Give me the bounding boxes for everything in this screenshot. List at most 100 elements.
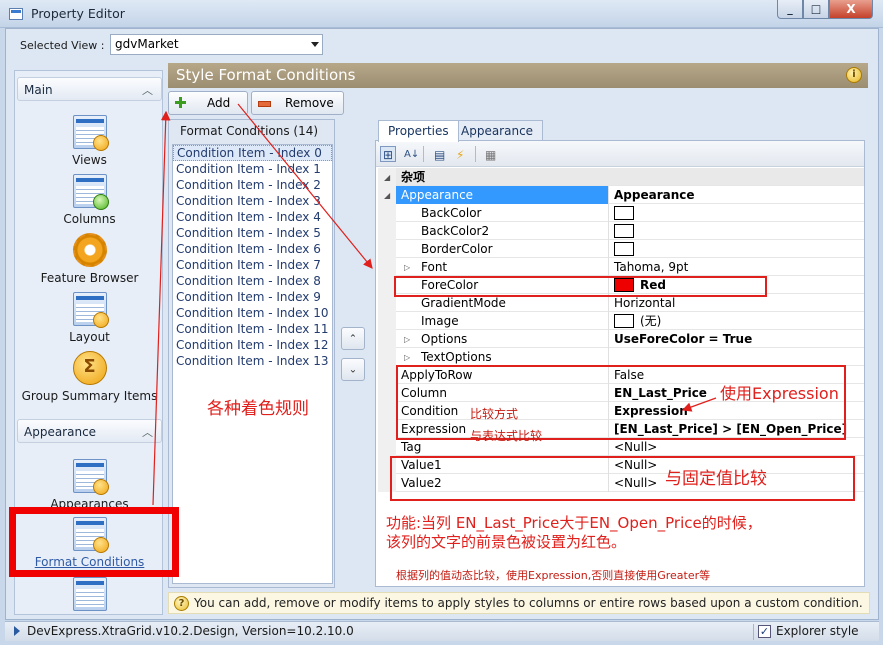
property-row-font[interactable]: ▷ Font Tahoma, 9pt bbox=[378, 258, 864, 276]
explorer-style-checkbox[interactable]: ✓ bbox=[758, 625, 771, 638]
properties-icon[interactable]: ▤ bbox=[431, 146, 447, 162]
property-grid-toolbar: ⊞ A↓ ▤ ⚡ ▦ bbox=[376, 141, 864, 167]
grid-paint-icon bbox=[72, 459, 109, 495]
color-swatch bbox=[614, 206, 634, 220]
property-name: Appearance bbox=[396, 186, 609, 204]
list-item[interactable]: Condition Item - Index 8 bbox=[173, 273, 332, 289]
property-value[interactable]: Tahoma, 9pt bbox=[610, 258, 864, 276]
list-item[interactable]: Condition Item - Index 12 bbox=[173, 337, 332, 353]
nav-item-label: Group Summary Items bbox=[21, 389, 158, 403]
list-item[interactable]: Condition Item - Index 3 bbox=[173, 193, 332, 209]
nav-item-group-summary-items[interactable]: Σ Group Summary Items bbox=[15, 351, 162, 403]
category-row[interactable]: ◢ 杂项 bbox=[378, 168, 864, 186]
property-value[interactable] bbox=[610, 348, 864, 366]
collapse-icon[interactable]: ◢ bbox=[384, 173, 390, 182]
list-item[interactable]: Condition Item - Index 7 bbox=[173, 257, 332, 273]
list-item[interactable]: Condition Item - Index 1 bbox=[173, 161, 332, 177]
remove-button[interactable]: Remove bbox=[251, 91, 344, 115]
property-row-tag[interactable]: Tag <Null> bbox=[378, 438, 864, 456]
list-item[interactable]: Condition Item - Index 13 bbox=[173, 353, 332, 369]
move-up-button[interactable]: ⌃ bbox=[341, 327, 365, 350]
nav-group-main[interactable]: Main ︿ bbox=[17, 77, 162, 101]
property-value[interactable] bbox=[610, 222, 864, 240]
list-item[interactable]: Condition Item - Index 6 bbox=[173, 241, 332, 257]
property-row-backcolor2[interactable]: BackColor2 bbox=[378, 222, 864, 240]
nav-item-label: Columns bbox=[63, 212, 116, 226]
property-value[interactable] bbox=[610, 204, 864, 222]
format-conditions-list[interactable]: Condition Item - Index 0 Condition Item -… bbox=[172, 144, 333, 584]
close-button[interactable]: X bbox=[829, 0, 873, 19]
nav-item-label: Layout bbox=[69, 330, 110, 344]
selected-view-value: gdvMarket bbox=[115, 37, 179, 51]
add-button[interactable]: Add bbox=[168, 91, 248, 115]
list-item[interactable]: Condition Item - Index 2 bbox=[173, 177, 332, 193]
property-value[interactable] bbox=[610, 240, 864, 258]
list-item[interactable]: Condition Item - Index 5 bbox=[173, 225, 332, 241]
list-item[interactable]: Condition Item - Index 4 bbox=[173, 209, 332, 225]
property-name: BackColor2 bbox=[396, 222, 609, 240]
property-row-appearance[interactable]: ◢ Appearance Appearance bbox=[378, 186, 864, 204]
row-gutter bbox=[378, 330, 396, 348]
sigma-icon: Σ bbox=[72, 351, 107, 385]
nav-item-columns[interactable]: Columns bbox=[15, 174, 162, 226]
tab-properties[interactable]: Properties bbox=[378, 120, 459, 142]
categorized-icon[interactable]: ⊞ bbox=[380, 146, 396, 162]
gear-icon bbox=[72, 233, 107, 267]
chevron-down-icon: ⌄ bbox=[348, 364, 358, 375]
property-rows: ◢ 杂项 ◢ Appearance Appearance BackColor B… bbox=[378, 168, 864, 492]
move-down-button[interactable]: ⌄ bbox=[341, 358, 365, 381]
window-title: Property Editor bbox=[31, 6, 125, 21]
collapse-icon[interactable]: ◢ bbox=[384, 191, 390, 200]
nav-item-views[interactable]: Views bbox=[15, 115, 162, 167]
events-icon[interactable]: ⚡ bbox=[453, 146, 469, 162]
nav-item-label: Feature Browser bbox=[40, 271, 139, 285]
property-value[interactable]: (无) bbox=[610, 312, 864, 330]
property-row-options[interactable]: ▷ Options UseForeColor = True bbox=[378, 330, 864, 348]
info-icon[interactable]: i bbox=[846, 67, 862, 83]
nav-item-feature-browser[interactable]: Feature Browser bbox=[15, 233, 162, 285]
list-item[interactable]: Condition Item - Index 0 bbox=[173, 145, 332, 161]
row-gutter bbox=[378, 348, 396, 366]
chevron-up-icon[interactable]: ︿ bbox=[142, 424, 153, 440]
property-value[interactable]: Appearance bbox=[610, 186, 864, 204]
property-row-bordercolor[interactable]: BorderColor bbox=[378, 240, 864, 258]
property-row-textoptions[interactable]: ▷ TextOptions bbox=[378, 348, 864, 366]
category-label: 杂项 bbox=[401, 170, 426, 184]
property-value[interactable]: UseForeColor = True bbox=[610, 330, 864, 348]
nav-item-next[interactable] bbox=[15, 577, 162, 614]
property-value[interactable]: <Null> bbox=[610, 438, 864, 456]
explorer-style-label[interactable]: Explorer style bbox=[776, 624, 859, 638]
help-icon: ? bbox=[174, 596, 189, 611]
minimize-button[interactable]: _ bbox=[777, 0, 803, 19]
forecolor-highlight bbox=[394, 276, 767, 297]
maximize-button[interactable]: □ bbox=[803, 0, 829, 19]
list-item[interactable]: Condition Item - Index 11 bbox=[173, 321, 332, 337]
selected-view-dropdown[interactable]: gdvMarket bbox=[110, 34, 323, 55]
nav-item-layout[interactable]: Layout bbox=[15, 292, 162, 344]
selected-view-label: Selected View : bbox=[20, 39, 105, 52]
row-gutter bbox=[378, 366, 396, 384]
status-separator bbox=[753, 624, 754, 640]
chevron-up-icon[interactable]: ︿ bbox=[142, 82, 153, 98]
nav-item-appearances[interactable]: Appearances bbox=[15, 459, 162, 511]
color-swatch bbox=[614, 224, 634, 238]
property-row-image[interactable]: Image (无) bbox=[378, 312, 864, 330]
nav-item-label: Views bbox=[72, 153, 107, 167]
expand-arrow-icon[interactable] bbox=[14, 626, 20, 636]
row-gutter bbox=[378, 240, 396, 258]
list-item[interactable]: Condition Item - Index 9 bbox=[173, 289, 332, 305]
alphabetical-icon[interactable]: A↓ bbox=[401, 146, 419, 162]
nav-group-appearance[interactable]: Appearance ︿ bbox=[17, 419, 162, 443]
list-item[interactable]: Condition Item - Index 10 bbox=[173, 305, 332, 321]
tab-appearance[interactable]: Appearance bbox=[451, 120, 544, 141]
property-row-backcolor[interactable]: BackColor bbox=[378, 204, 864, 222]
row-gutter bbox=[378, 384, 396, 402]
row-gutter bbox=[378, 222, 396, 240]
add-badge-icon bbox=[92, 194, 109, 210]
hint-text: You can add, remove or modify items to a… bbox=[194, 596, 863, 610]
property-name: Options bbox=[396, 330, 609, 348]
property-pages-icon[interactable]: ▦ bbox=[482, 146, 498, 162]
format-conditions-header: Format Conditions (14) bbox=[180, 124, 319, 138]
annotation-rules: 各种着色规则 bbox=[207, 399, 309, 419]
hint-bar: ? You can add, remove or modify items to… bbox=[168, 592, 870, 614]
